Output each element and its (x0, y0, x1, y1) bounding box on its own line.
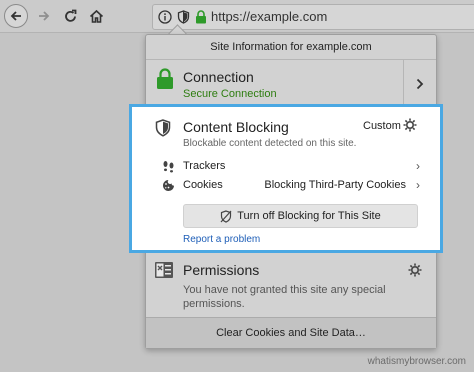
permissions-title: Permissions (183, 262, 260, 278)
tracking-shield-icon[interactable] (175, 9, 191, 25)
url-bar[interactable]: https://example.com (152, 4, 474, 30)
connection-details-button[interactable] (403, 60, 436, 107)
url-text[interactable]: https://example.com (211, 9, 327, 24)
cookies-value: Blocking Third-Party Cookies (264, 179, 406, 191)
home-button[interactable] (84, 4, 108, 28)
turn-off-blocking-label: Turn off Blocking for This Site (237, 210, 381, 222)
reload-icon (64, 9, 76, 22)
footprints-icon (162, 160, 175, 176)
content-blocking-gear-icon[interactable] (403, 118, 417, 137)
watermark: whatismybrowser.com (367, 356, 466, 367)
connection-title: Connection (183, 69, 254, 85)
chevron-right-icon: › (416, 159, 420, 173)
browser-toolbar: https://example.com (0, 0, 474, 33)
reload-button[interactable] (58, 4, 82, 28)
back-button[interactable] (4, 4, 28, 28)
panel-header: Site Information for example.com (146, 35, 436, 60)
cookies-row[interactable]: Cookies Blocking Third-Party Cookies › (162, 178, 422, 194)
content-blocking-title: Content Blocking (183, 119, 289, 135)
connection-lock-icon (156, 68, 174, 95)
home-icon (89, 9, 103, 23)
content-blocking-subtitle: Blockable content detected on this site. (183, 138, 357, 149)
forward-arrow-icon (39, 11, 50, 21)
permissions-description: You have not granted this site any speci… (183, 284, 386, 310)
permissions-gear-icon[interactable] (408, 263, 422, 282)
trackers-row[interactable]: Trackers › (162, 159, 422, 175)
site-info-icon[interactable] (157, 9, 173, 25)
permissions-section: Permissions You have not granted this si… (146, 253, 436, 317)
content-blocking-shield-icon (155, 119, 171, 143)
turn-off-blocking-button[interactable]: Turn off Blocking for This Site (183, 204, 418, 228)
connection-section[interactable]: Connection Secure Connection (146, 60, 436, 108)
forward-button[interactable] (32, 4, 56, 28)
trackers-label: Trackers (183, 160, 226, 172)
cookie-icon (162, 179, 175, 195)
blocking-mode-label: Custom (363, 120, 401, 132)
content-blocking-section: Content Blocking Custom Blockable conten… (129, 104, 443, 253)
permissions-icon (154, 261, 174, 284)
back-arrow-icon (10, 11, 21, 21)
report-problem-link[interactable]: Report a problem (183, 234, 260, 245)
chevron-right-icon (416, 78, 424, 89)
chevron-right-icon: › (416, 178, 420, 192)
clear-cookies-button[interactable]: Clear Cookies and Site Data… (146, 317, 436, 348)
cookies-label: Cookies (183, 179, 223, 191)
shield-off-icon (220, 209, 232, 223)
secure-lock-icon[interactable] (193, 9, 209, 25)
connection-status: Secure Connection (183, 88, 277, 100)
